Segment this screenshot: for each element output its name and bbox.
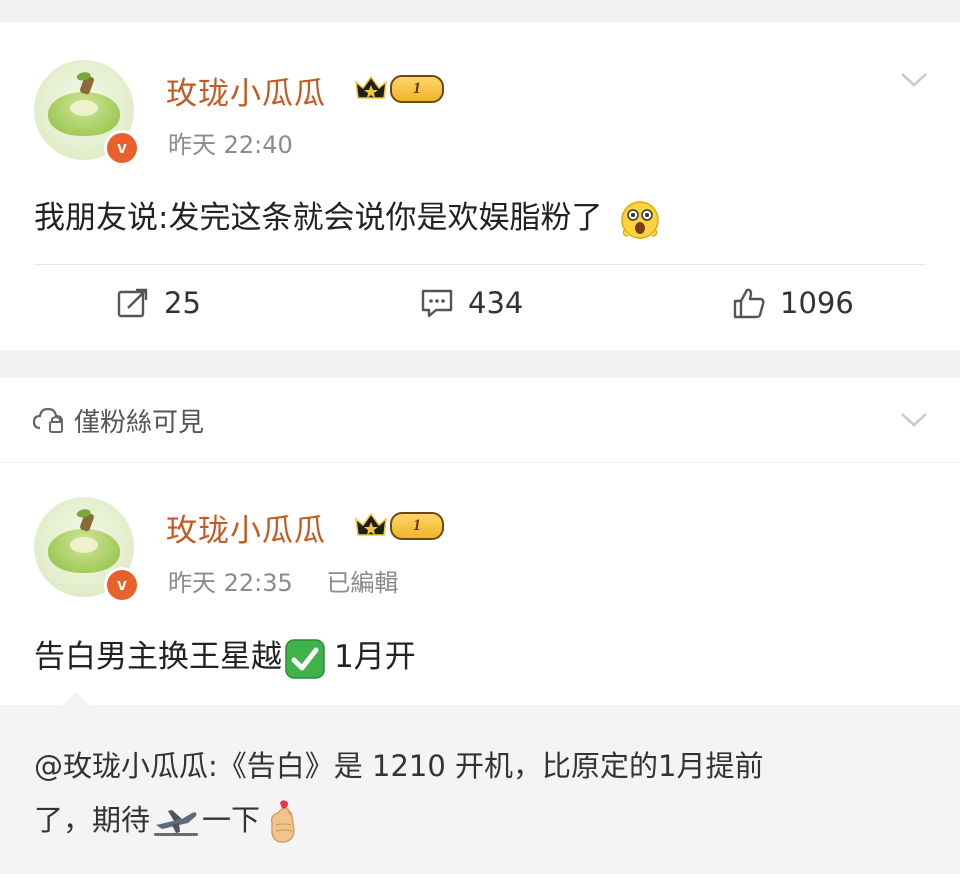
author-name[interactable]: 玫珑小瓜瓜 <box>166 505 326 550</box>
chevron-down-icon[interactable] <box>900 72 928 88</box>
quote-line-1: @玫珑小瓜瓜:《告白》是 1210 开机，比原定的1月提前 <box>34 749 764 783</box>
repost-icon <box>117 288 148 318</box>
fans-only-lock-icon <box>32 407 64 433</box>
comment-icon <box>421 289 453 318</box>
post-text: 我朋友说:发完这条就会说你是欢娱脂粉了 <box>34 192 662 242</box>
avatar[interactable]: v <box>34 497 140 603</box>
divider <box>34 264 926 265</box>
post-time: 昨天 22:35 已編輯 <box>168 569 399 597</box>
post-text: 告白男主换王星越 1月开 <box>34 631 416 680</box>
verified-badge-icon: v <box>104 130 140 166</box>
crown-icon <box>355 75 387 99</box>
melon-avatar-image <box>48 529 120 573</box>
level-badge: 1 <box>390 512 444 540</box>
visibility-header: 僅粉絲可見 <box>0 378 960 462</box>
thumbs-up-icon <box>733 288 765 319</box>
quote-pointer <box>62 692 90 706</box>
edited-label: 已編輯 <box>326 569 399 597</box>
verified-badge-icon: v <box>104 567 140 603</box>
surprised-face-emoji-icon <box>621 200 660 239</box>
chevron-down-icon[interactable] <box>900 412 928 428</box>
author-name[interactable]: 玫珑小瓜瓜 <box>166 68 326 113</box>
like-button[interactable]: 1096 <box>732 286 854 320</box>
quoted-post[interactable]: @玫珑小瓜瓜:《告白》是 1210 开机，比原定的1月提前 了，期待 一下 <box>0 705 960 874</box>
comment-button[interactable]: 434 <box>420 286 523 320</box>
check-mark-button-emoji-icon <box>285 638 325 679</box>
finger-heart-emoji-icon <box>271 800 295 843</box>
quote-line-2: 了，期待 一下 <box>34 797 304 845</box>
crown-icon <box>355 512 387 536</box>
avatar[interactable]: v <box>34 60 140 166</box>
visibility-label: 僅粉絲可見 <box>74 408 205 438</box>
level-badge: 1 <box>390 75 444 103</box>
repost-button[interactable]: 25 <box>116 286 201 320</box>
melon-avatar-image <box>48 92 120 136</box>
post-time: 昨天 22:40 <box>168 131 293 159</box>
post-card-1: v 玫珑小瓜瓜 1 昨天 22:40 我朋友说:发完这条就会说你是欢娱脂粉了 2… <box>0 22 960 350</box>
airplane-departure-emoji-icon <box>154 810 199 836</box>
